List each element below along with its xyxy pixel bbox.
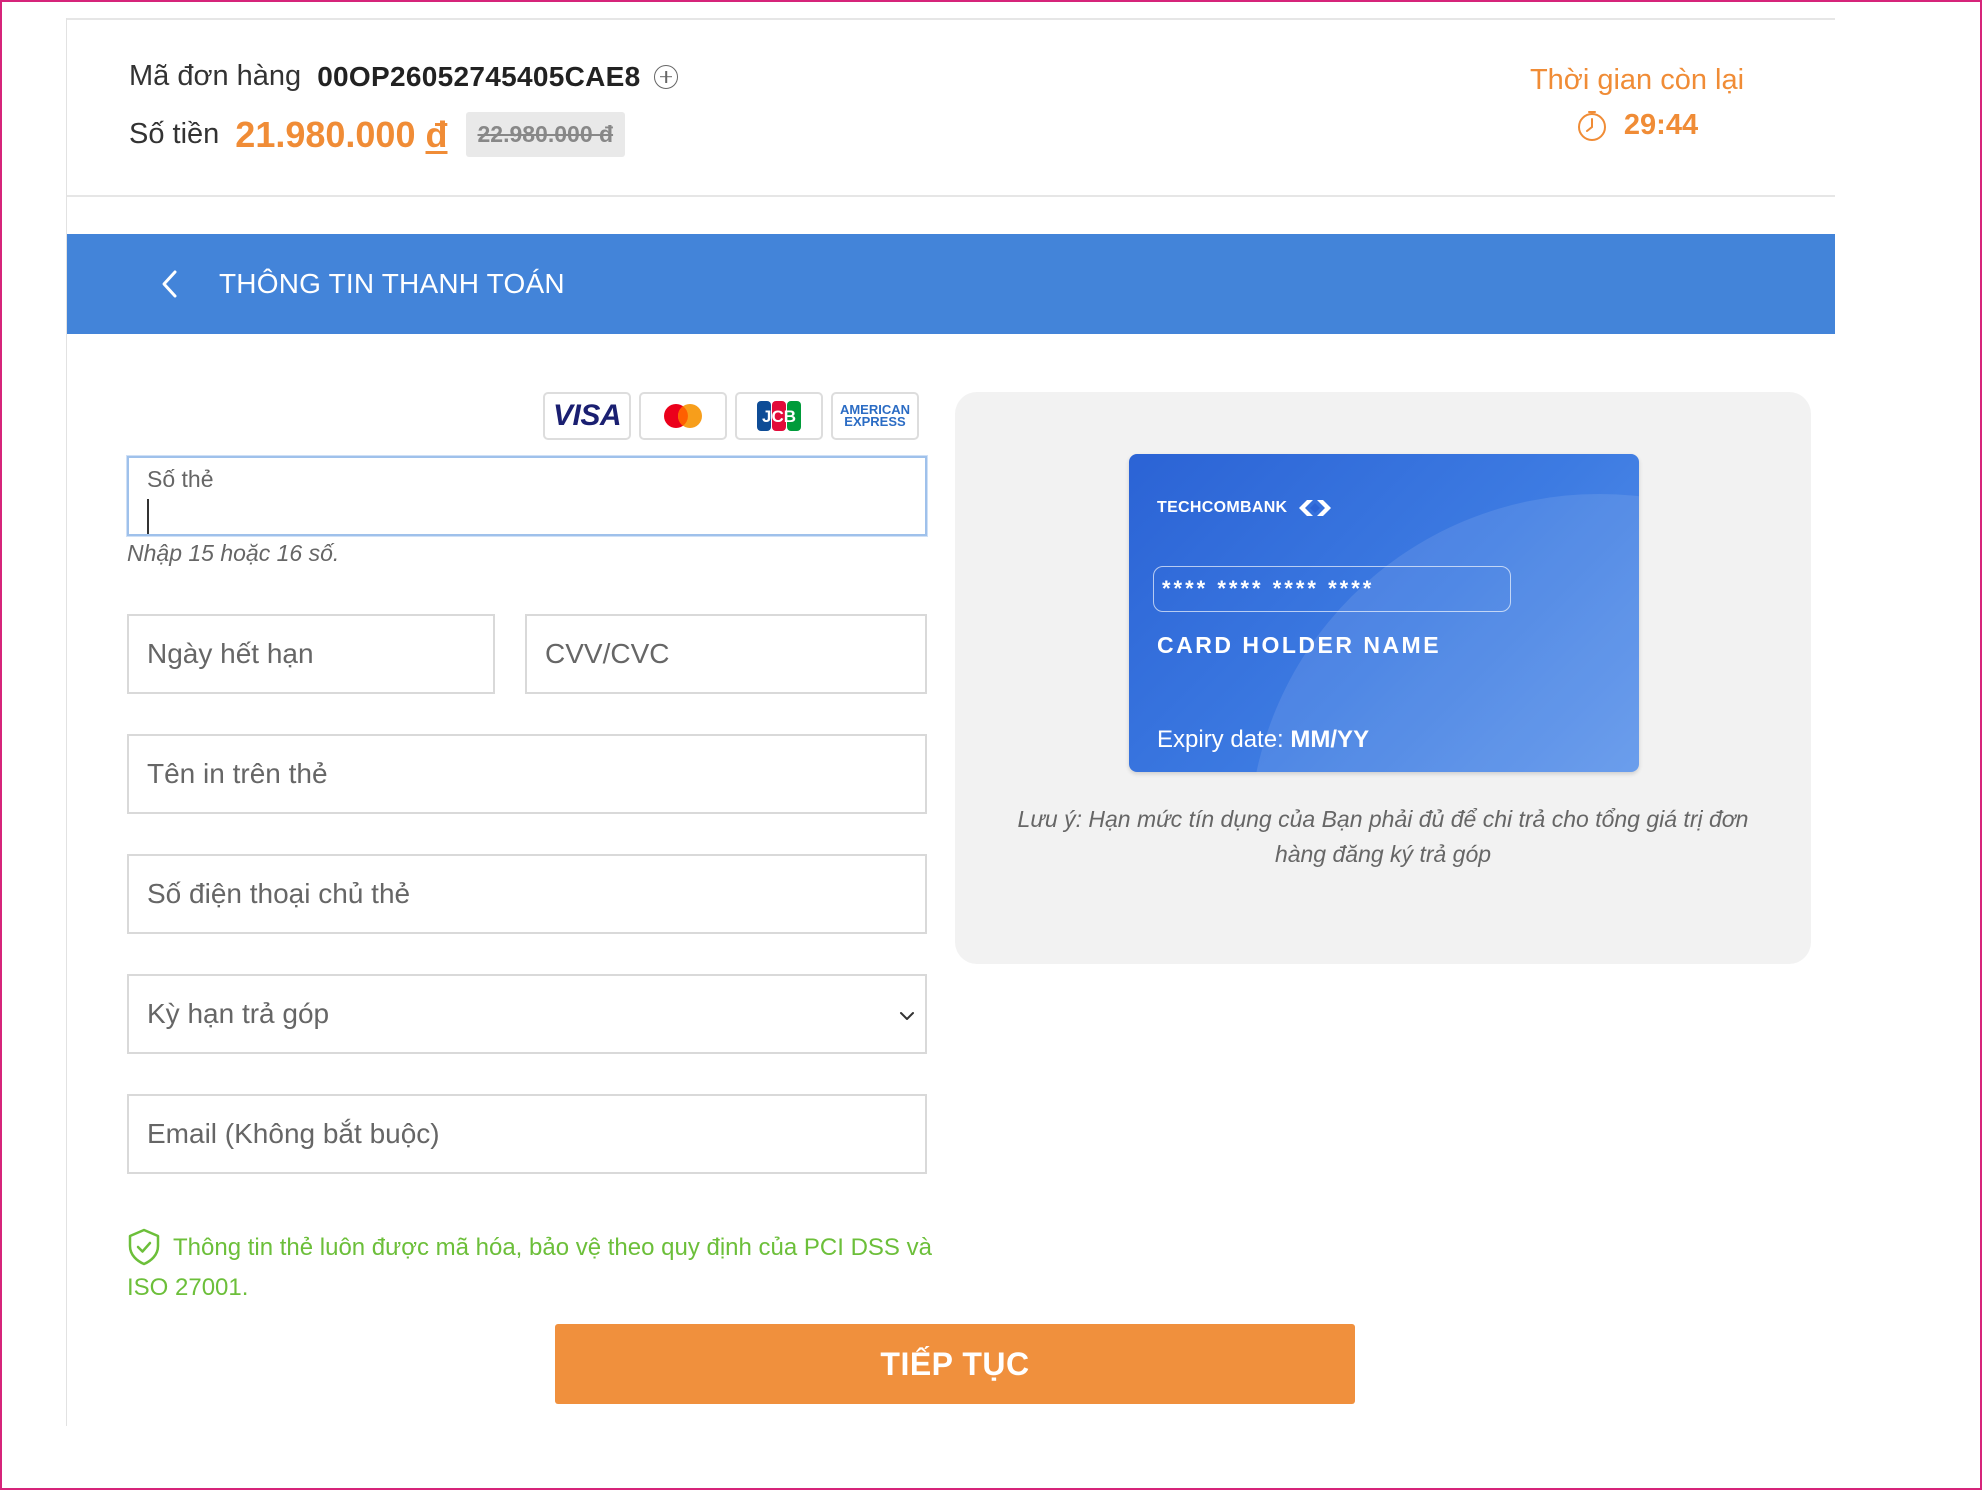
security-note-text: Thông tin thẻ luôn được mã hóa, bảo vệ t… (127, 1234, 932, 1301)
order-amount-row: Số tiền 21.980.000 đ 22.980.000 đ (129, 112, 626, 157)
payment-info-title: THÔNG TIN THANH TOÁN (219, 268, 565, 299)
svg-text:JCB: JCB (762, 407, 796, 426)
card-brand-logos: VISA JCB AMERICAN EXPRESS (543, 392, 919, 440)
cardholder-name-field[interactable]: Tên in trên thẻ (127, 734, 927, 814)
security-note: Thông tin thẻ luôn được mã hóa, bảo vệ t… (127, 1228, 947, 1308)
card-preview-panel: TECHCOMBANK **** **** **** **** CARD HOL… (955, 392, 1811, 964)
order-code-row: Mã đơn hàng 00OP26052745405CAE8 (129, 60, 679, 93)
amex-logo-text: AMERICAN EXPRESS (839, 402, 911, 429)
jcb-logo: JCB (735, 392, 823, 440)
card-number-hint: Nhập 15 hoặc 16 số. (127, 540, 340, 566)
card-number-mask: **** **** **** **** (1153, 566, 1511, 612)
card-expiry-label: Expiry date: (1157, 726, 1284, 753)
credit-limit-note: Lưu ý: Hạn mức tín dụng của Bạn phải đủ … (1017, 806, 1749, 867)
card-expiry: Expiry date: MM/YY (1157, 726, 1369, 754)
jcb-icon: JCB (757, 401, 801, 431)
timer-value: 29:44 (1623, 109, 1699, 141)
card-preview: TECHCOMBANK **** **** **** **** CARD HOL… (1129, 454, 1639, 772)
clock-icon (1577, 110, 1606, 141)
installment-term-select[interactable]: Kỳ hạn trả góp (127, 974, 927, 1054)
bank-logo-icon (1299, 500, 1332, 516)
email-placeholder: Email (Không bắt buộc) (147, 1118, 440, 1149)
amount-label: Số tiền (129, 118, 220, 150)
amount-number: 21.980.000 (235, 113, 416, 155)
mastercard-logo (639, 392, 727, 440)
chevron-down-icon (900, 1012, 914, 1020)
order-code: 00OP26052745405CAE8 (317, 60, 641, 92)
card-expiry-value: MM/YY (1290, 726, 1370, 753)
shield-check-icon (128, 1228, 160, 1265)
card-number-field[interactable]: Số thẻ (127, 456, 927, 536)
expiry-date-placeholder: Ngày hết hạn (147, 638, 314, 669)
bank-name: TECHCOMBANK (1157, 499, 1288, 516)
installment-term-placeholder: Kỳ hạn trả góp (147, 998, 330, 1029)
expand-plus-icon[interactable] (654, 64, 679, 89)
old-amount: 22.980.000 đ (465, 112, 626, 157)
email-field[interactable]: Email (Không bắt buộc) (127, 1094, 927, 1174)
amount-currency: đ (425, 113, 448, 155)
order-code-label: Mã đơn hàng (129, 60, 302, 92)
cardholder-phone-placeholder: Số điện thoại chủ thẻ (147, 878, 411, 909)
amount-value: 21.980.000 đ (235, 114, 447, 156)
cvv-placeholder: CVV/CVC (545, 638, 670, 669)
order-summary: Mã đơn hàng 00OP26052745405CAE8 Số tiền … (67, 18, 1835, 197)
timer-label: Thời gian còn lại (1529, 64, 1745, 96)
cardholder-name-placeholder: Tên in trên thẻ (147, 758, 328, 789)
continue-button[interactable]: TIẾP TỤC (555, 1324, 1355, 1404)
timer-value-row: 29:44 (1527, 109, 1747, 142)
chevron-left-icon[interactable] (155, 266, 185, 302)
cvv-field[interactable]: CVV/CVC (525, 614, 927, 694)
cardholder-phone-field[interactable]: Số điện thoại chủ thẻ (127, 854, 927, 934)
visa-logo: VISA (543, 392, 631, 440)
payment-page: Mã đơn hàng 00OP26052745405CAE8 Số tiền … (66, 18, 1835, 1426)
visa-logo-text: VISA (552, 399, 622, 432)
card-holder-name: CARD HOLDER NAME (1157, 632, 1442, 658)
card-number-label: Số thẻ (147, 466, 214, 492)
countdown-timer: Thời gian còn lại 29:44 (1527, 64, 1747, 142)
text-cursor (147, 499, 149, 534)
expiry-date-field[interactable]: Ngày hết hạn (127, 614, 495, 694)
payment-info-bar: THÔNG TIN THANH TOÁN (67, 234, 1835, 334)
bank-brand: TECHCOMBANK (1157, 496, 1333, 520)
mastercard-icon (664, 404, 702, 428)
amex-logo: AMERICAN EXPRESS (831, 392, 919, 440)
